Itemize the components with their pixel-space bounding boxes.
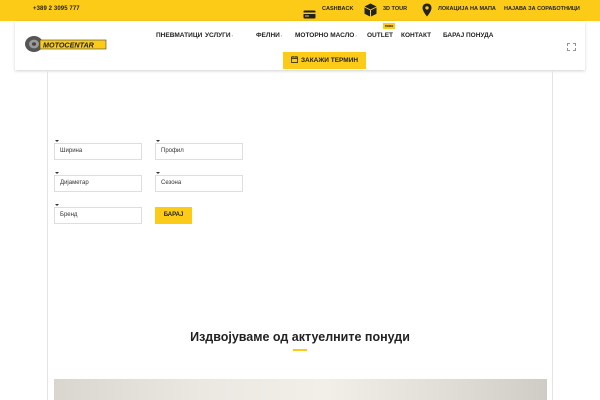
main-header: MOTOCENTAR ПНЕВМАТИЦИ УСЛУГИ› ФЕЛНИ› МОТ… xyxy=(15,21,585,70)
content-border-right xyxy=(552,70,553,400)
offer-banner-image[interactable] xyxy=(54,379,547,400)
chevron-icon: › xyxy=(231,33,233,38)
partners-link[interactable]: НАЈАВА ЗА СОРАБОТНИЦИ xyxy=(504,6,580,12)
3d-tour-link[interactable]: 3D TOUR xyxy=(383,6,407,12)
map-location-link[interactable]: ЛОКАЦИЈА НА МАПА xyxy=(438,6,496,12)
dropdown-marker-icon xyxy=(156,172,160,174)
season-select[interactable]: Сезона xyxy=(155,175,243,192)
offers-section-title: Издвојуваме од актуелните понуди xyxy=(190,330,410,344)
motocentar-logo[interactable]: MOTOCENTAR xyxy=(24,35,108,53)
cube-icon xyxy=(364,3,377,22)
profile-select[interactable]: Профил xyxy=(155,143,243,160)
width-select[interactable]: Ширина xyxy=(54,143,142,160)
nav-outlet[interactable]: OUTLET xyxy=(367,32,393,39)
brand-select[interactable]: Бренд xyxy=(54,207,142,224)
nav-contact[interactable]: КОНТАКТ xyxy=(401,32,431,39)
svg-text:MOTOCENTAR: MOTOCENTAR xyxy=(43,40,95,49)
cashback-link[interactable]: CASHBACK xyxy=(322,6,353,12)
nav-motor-oil[interactable]: МОТОРНО МАСЛО› xyxy=(295,32,357,39)
search-button[interactable]: БАРАЈ xyxy=(155,207,192,224)
dropdown-marker-icon xyxy=(156,140,160,142)
nav-services[interactable]: УСЛУГИ› xyxy=(205,32,233,39)
new-badge: ново xyxy=(383,23,395,29)
top-bar: +389 2 3095 777 CASHBACK 3D TOUR ЛОКАЦИЈ… xyxy=(0,0,600,21)
chevron-icon: › xyxy=(280,33,283,38)
chevron-icon: › xyxy=(355,33,357,38)
phone-number[interactable]: +389 2 3095 777 xyxy=(33,6,80,12)
dropdown-marker-icon xyxy=(55,204,59,206)
dropdown-marker-icon xyxy=(55,172,59,174)
nav-tires[interactable]: ПНЕВМАТИЦИ xyxy=(156,32,202,39)
diameter-select[interactable]: Дијаметар xyxy=(54,175,142,192)
dropdown-marker-icon xyxy=(55,140,59,142)
map-pin-icon xyxy=(422,3,432,22)
nav-request-offer[interactable]: БАРАЈ ПОНУДА xyxy=(443,32,493,39)
book-appointment-button[interactable]: ЗАКАЖИ ТЕРМИН xyxy=(283,52,366,69)
expand-icon[interactable] xyxy=(567,38,576,56)
calendar-icon xyxy=(291,56,298,65)
content-border-left xyxy=(47,70,48,400)
title-underline xyxy=(293,349,307,351)
nav-rims[interactable]: ФЕЛНИ› xyxy=(256,32,282,39)
